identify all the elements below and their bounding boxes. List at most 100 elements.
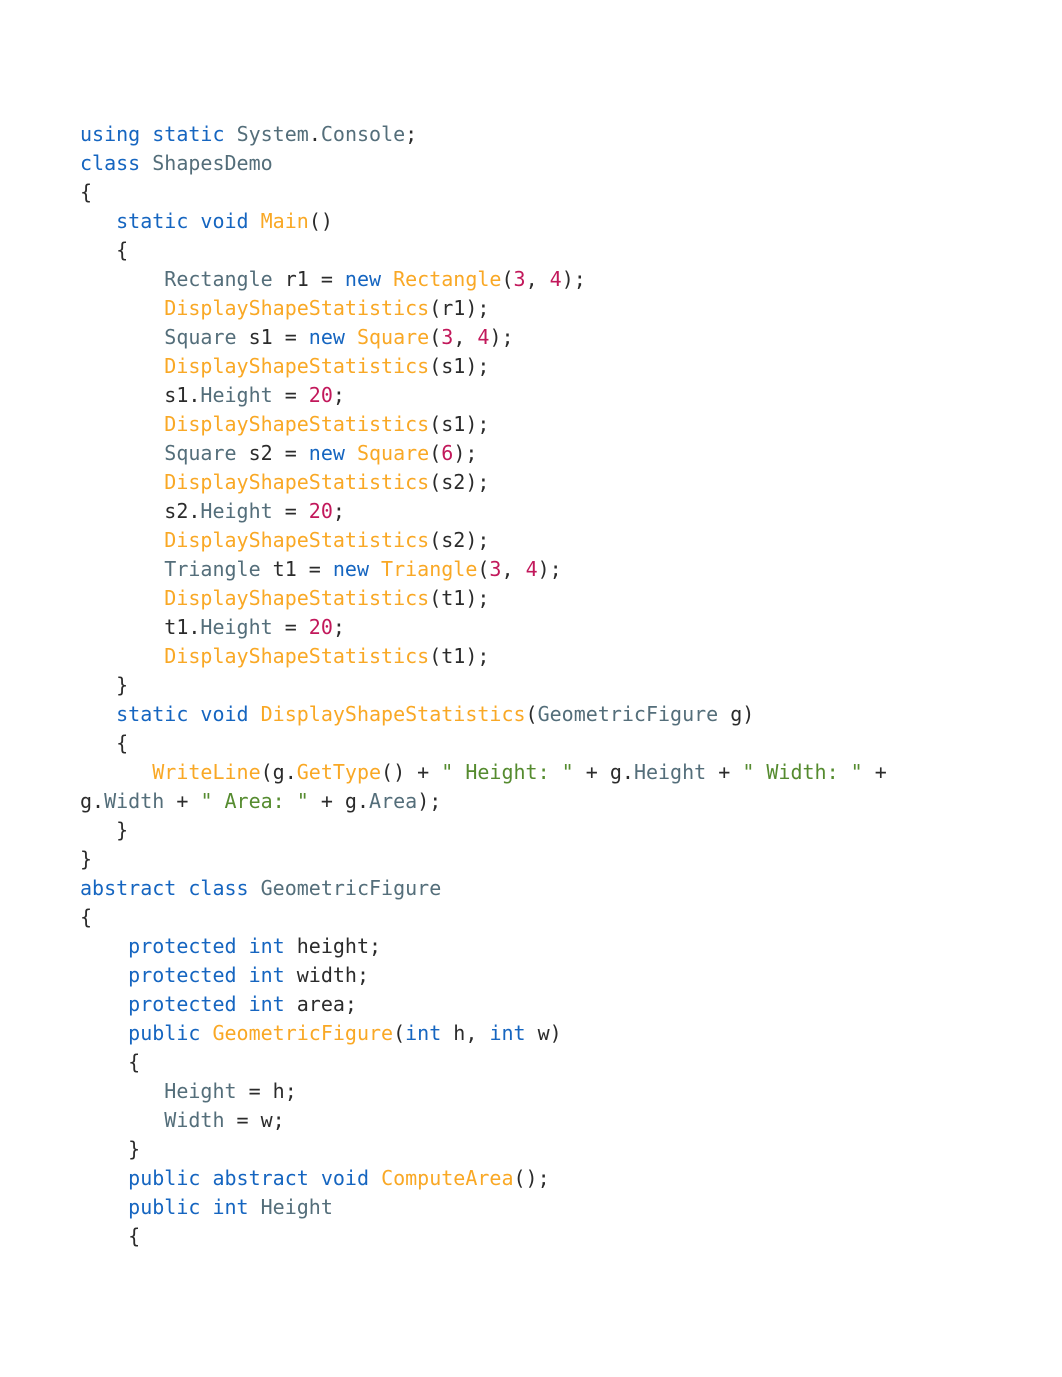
code-token: int — [249, 963, 285, 987]
code-token: new — [345, 267, 381, 291]
code-token: 4 — [477, 325, 489, 349]
code-token: WriteLine — [152, 760, 260, 784]
code-token — [345, 441, 357, 465]
code-token — [237, 934, 249, 958]
code-token: Rectangle — [393, 267, 501, 291]
code-token: class — [188, 876, 248, 900]
code-token: static — [152, 122, 224, 146]
code-token — [225, 122, 237, 146]
code-token: 4 — [550, 267, 562, 291]
code-token: ( — [477, 557, 489, 581]
code-token — [140, 122, 152, 146]
code-token: static — [116, 209, 188, 233]
code-token: Console — [321, 122, 405, 146]
code-token: " Area: " — [200, 789, 308, 813]
code-token: static — [116, 702, 188, 726]
code-token — [249, 1195, 261, 1219]
code-token: abstract — [80, 876, 176, 900]
code-token: Width — [164, 1108, 224, 1132]
code-token: ( — [429, 325, 441, 349]
code-token: System — [237, 122, 309, 146]
code-token: DisplayShapeStatistics — [164, 470, 429, 494]
code-token: ( — [393, 1021, 405, 1045]
code-token: abstract — [212, 1166, 308, 1190]
code-token: = — [273, 615, 309, 639]
code-token: Height — [164, 1079, 236, 1103]
code-token: public — [128, 1166, 200, 1190]
code-token: int — [249, 992, 285, 1016]
code-token: new — [309, 325, 345, 349]
code-token — [249, 876, 261, 900]
code-token: r1 = — [273, 267, 345, 291]
code-token: DisplayShapeStatistics — [164, 296, 429, 320]
code-token: " Height: " — [441, 760, 573, 784]
code-token — [309, 1166, 321, 1190]
code-token: DisplayShapeStatistics — [164, 644, 429, 668]
code-token: + — [706, 760, 742, 784]
code-token: s2 = — [237, 441, 309, 465]
code-token: Rectangle — [164, 267, 272, 291]
code-token — [237, 992, 249, 1016]
code-token: (g. — [261, 760, 297, 784]
code-token — [200, 1166, 212, 1190]
code-token: int — [489, 1021, 525, 1045]
code-token: ; — [405, 122, 417, 146]
code-token: DisplayShapeStatistics — [261, 702, 526, 726]
code-token: new — [309, 441, 345, 465]
code-token: Square — [164, 441, 236, 465]
code-token: DisplayShapeStatistics — [164, 354, 429, 378]
code-token: { — [80, 905, 128, 958]
code-token: GetType — [297, 760, 381, 784]
code-token — [140, 151, 152, 175]
code-token: int — [405, 1021, 441, 1045]
code-token: new — [333, 557, 369, 581]
code-token: ( — [526, 702, 538, 726]
code-token: ( — [501, 267, 513, 291]
code-token: + g. — [309, 789, 369, 813]
code-token: protected — [128, 963, 236, 987]
code-token: GeometricFigure — [538, 702, 719, 726]
code-token: Triangle — [381, 557, 477, 581]
code-token: 4 — [526, 557, 538, 581]
code-token: t1 = — [261, 557, 333, 581]
code-token: = — [273, 499, 309, 523]
code-token: public — [128, 1195, 200, 1219]
code-token: Square — [164, 325, 236, 349]
code-token: , — [501, 557, 525, 581]
code-token — [345, 325, 357, 349]
code-token: = — [273, 383, 309, 407]
code-token: " Width: " — [742, 760, 862, 784]
code-token: GeometricFigure — [212, 1021, 393, 1045]
code-token: ComputeArea — [381, 1166, 513, 1190]
code-token: Height — [261, 1195, 333, 1219]
code-token: 3 — [489, 557, 501, 581]
code-token: Main — [261, 209, 309, 233]
code-token: 3 — [514, 267, 526, 291]
code-token: protected — [128, 992, 236, 1016]
code-token — [200, 1195, 212, 1219]
code-token — [249, 702, 261, 726]
code-token: protected — [128, 934, 236, 958]
code-token: GeometricFigure — [261, 876, 442, 900]
code-token: int — [249, 934, 285, 958]
code-token: 3 — [441, 325, 453, 349]
code-token: h, — [441, 1021, 489, 1045]
code-token: Square — [357, 325, 429, 349]
code-token: () + — [381, 760, 441, 784]
code-token: + g. — [574, 760, 634, 784]
code-token — [369, 1166, 381, 1190]
code-token — [188, 209, 200, 233]
code-token: , — [526, 267, 550, 291]
code-token: class — [80, 151, 140, 175]
code-token: 20 — [309, 615, 333, 639]
code-token — [369, 557, 381, 581]
code-token: { — [80, 180, 116, 233]
code-token: 20 — [309, 499, 333, 523]
code-token: + — [164, 789, 200, 813]
code-token: Width — [104, 789, 164, 813]
code-token: public — [128, 1021, 200, 1045]
code-token: void — [200, 702, 248, 726]
code-token: DisplayShapeStatistics — [164, 586, 429, 610]
code-token — [249, 209, 261, 233]
code-token — [237, 963, 249, 987]
